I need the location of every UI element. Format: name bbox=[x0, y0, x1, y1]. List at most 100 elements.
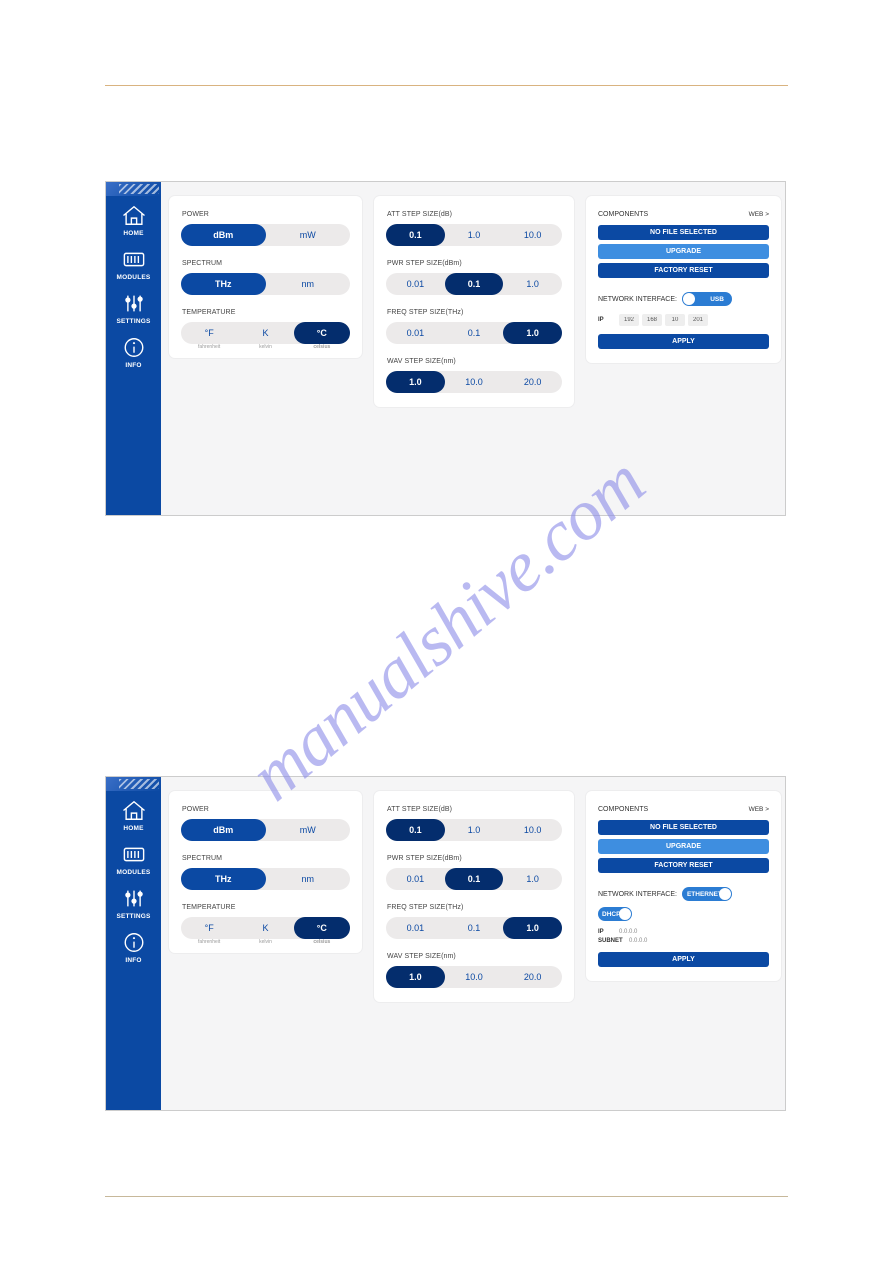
nav-settings[interactable]: SETTINGS bbox=[106, 879, 161, 923]
pwr-1[interactable]: 1.0 bbox=[503, 273, 562, 295]
info-icon bbox=[120, 336, 148, 359]
spectrum-thz[interactable]: THz bbox=[181, 868, 266, 890]
ip-label: IP bbox=[598, 317, 616, 323]
freq-01[interactable]: 0.1 bbox=[445, 322, 504, 344]
freq-001[interactable]: 0.01 bbox=[386, 917, 445, 939]
att-10[interactable]: 10.0 bbox=[503, 819, 562, 841]
net-toggle[interactable]: USB bbox=[682, 292, 732, 306]
nofile-button[interactable]: NO FILE SELECTED bbox=[598, 820, 769, 835]
nav-home[interactable]: HOME bbox=[106, 791, 161, 835]
power-dbm[interactable]: dBm bbox=[181, 819, 266, 841]
att-10[interactable]: 10.0 bbox=[503, 224, 562, 246]
nav-settings-label: SETTINGS bbox=[116, 913, 150, 920]
ip-octet-3[interactable] bbox=[665, 314, 685, 326]
toggle-usb-label: USB bbox=[710, 296, 724, 303]
nav-home[interactable]: HOME bbox=[106, 196, 161, 240]
temp-c[interactable]: °Ccelsius bbox=[294, 322, 350, 344]
temp-row: °Ffahrenheit Kkelvin °Ccelsius bbox=[181, 322, 350, 344]
apply-button[interactable]: APPLY bbox=[598, 334, 769, 349]
upgrade-button[interactable]: UPGRADE bbox=[598, 839, 769, 854]
spectrum-thz[interactable]: THz bbox=[181, 273, 266, 295]
wav-label: WAV STEP SIZE(nm) bbox=[387, 358, 562, 365]
toggle-knob bbox=[619, 908, 631, 920]
toggle-knob bbox=[683, 293, 695, 305]
freq-1[interactable]: 1.0 bbox=[503, 322, 562, 344]
top-rule bbox=[105, 85, 788, 86]
nav-info[interactable]: INFO bbox=[106, 923, 161, 967]
ip-octet-4[interactable] bbox=[688, 314, 708, 326]
home-icon bbox=[120, 204, 148, 227]
power-mw[interactable]: mW bbox=[266, 819, 351, 841]
att-01[interactable]: 0.1 bbox=[386, 224, 445, 246]
temp-k[interactable]: Kkelvin bbox=[237, 322, 293, 344]
freq-1[interactable]: 1.0 bbox=[503, 917, 562, 939]
pwr-label: PWR STEP SIZE(dBm) bbox=[387, 260, 562, 267]
temp-label: TEMPERATURE bbox=[182, 904, 350, 911]
freq-01[interactable]: 0.1 bbox=[445, 917, 504, 939]
wav-20[interactable]: 20.0 bbox=[503, 966, 562, 988]
settings-app-ethernet: HOME MODULES SETTINGS INFO POWER dBm mW … bbox=[105, 776, 786, 1111]
pwr-1[interactable]: 1.0 bbox=[503, 868, 562, 890]
spectrum-nm[interactable]: nm bbox=[266, 273, 351, 295]
power-label: POWER bbox=[182, 211, 350, 218]
pwr-label: PWR STEP SIZE(dBm) bbox=[387, 855, 562, 862]
spectrum-row: THz nm bbox=[181, 273, 350, 295]
components-label: COMPONENTS bbox=[598, 806, 648, 813]
nav: HOME MODULES SETTINGS INFO bbox=[106, 196, 161, 372]
web-link[interactable]: WEB > bbox=[749, 211, 769, 218]
pwr-01[interactable]: 0.1 bbox=[445, 273, 504, 295]
att-row: 0.1 1.0 10.0 bbox=[386, 819, 562, 841]
subnet-line: SUBNET 0.0.0.0 bbox=[598, 938, 769, 944]
settings-icon bbox=[120, 887, 148, 910]
nofile-button[interactable]: NO FILE SELECTED bbox=[598, 225, 769, 240]
toggle-eth-label: ETHERNET bbox=[687, 891, 722, 898]
freq-row: 0.01 0.1 1.0 bbox=[386, 917, 562, 939]
spectrum-nm[interactable]: nm bbox=[266, 868, 351, 890]
reset-button[interactable]: FACTORY RESET bbox=[598, 263, 769, 278]
settings-app-usb: HOME MODULES SETTINGS INFO POWER dBm mW … bbox=[105, 181, 786, 516]
ip-octet-2[interactable] bbox=[642, 314, 662, 326]
dhcp-toggle[interactable]: DHCP bbox=[598, 907, 632, 921]
power-row: dBm mW bbox=[181, 819, 350, 841]
apply-button[interactable]: APPLY bbox=[598, 952, 769, 967]
pwr-001[interactable]: 0.01 bbox=[386, 273, 445, 295]
temp-k[interactable]: Kkelvin bbox=[237, 917, 293, 939]
wav-10[interactable]: 10.0 bbox=[445, 371, 504, 393]
upgrade-button[interactable]: UPGRADE bbox=[598, 244, 769, 259]
components-label: COMPONENTS bbox=[598, 211, 648, 218]
nav-modules[interactable]: MODULES bbox=[106, 835, 161, 879]
system-card: COMPONENTS WEB > NO FILE SELECTED UPGRAD… bbox=[586, 791, 781, 981]
reset-button[interactable]: FACTORY RESET bbox=[598, 858, 769, 873]
nav-info[interactable]: INFO bbox=[106, 328, 161, 372]
temp-f[interactable]: °Ffahrenheit bbox=[181, 322, 237, 344]
settings-icon bbox=[120, 292, 148, 315]
att-row: 0.1 1.0 10.0 bbox=[386, 224, 562, 246]
units-card: POWER dBm mW SPECTRUM THz nm TEMPERATURE… bbox=[169, 196, 362, 358]
pwr-01[interactable]: 0.1 bbox=[445, 868, 504, 890]
wav-label: WAV STEP SIZE(nm) bbox=[387, 953, 562, 960]
nav-settings[interactable]: SETTINGS bbox=[106, 284, 161, 328]
att-1[interactable]: 1.0 bbox=[445, 224, 504, 246]
pwr-001[interactable]: 0.01 bbox=[386, 868, 445, 890]
power-mw[interactable]: mW bbox=[266, 224, 351, 246]
logo bbox=[106, 777, 161, 791]
temp-f[interactable]: °Ffahrenheit bbox=[181, 917, 237, 939]
nav-modules[interactable]: MODULES bbox=[106, 240, 161, 284]
att-1[interactable]: 1.0 bbox=[445, 819, 504, 841]
wav-1[interactable]: 1.0 bbox=[386, 966, 445, 988]
net-toggle[interactable]: ETHERNET bbox=[682, 887, 732, 901]
temp-c[interactable]: °Ccelsius bbox=[294, 917, 350, 939]
subnet-value: 0.0.0.0 bbox=[629, 938, 647, 944]
ip-label: IP bbox=[598, 929, 616, 935]
logo bbox=[106, 182, 161, 196]
ip-octet-1[interactable] bbox=[619, 314, 639, 326]
nav-modules-label: MODULES bbox=[117, 274, 151, 281]
att-01[interactable]: 0.1 bbox=[386, 819, 445, 841]
step-card: ATT STEP SIZE(dB) 0.1 1.0 10.0 PWR STEP … bbox=[374, 791, 574, 1002]
web-link[interactable]: WEB > bbox=[749, 806, 769, 813]
power-dbm[interactable]: dBm bbox=[181, 224, 266, 246]
wav-20[interactable]: 20.0 bbox=[503, 371, 562, 393]
wav-1[interactable]: 1.0 bbox=[386, 371, 445, 393]
wav-10[interactable]: 10.0 bbox=[445, 966, 504, 988]
freq-001[interactable]: 0.01 bbox=[386, 322, 445, 344]
